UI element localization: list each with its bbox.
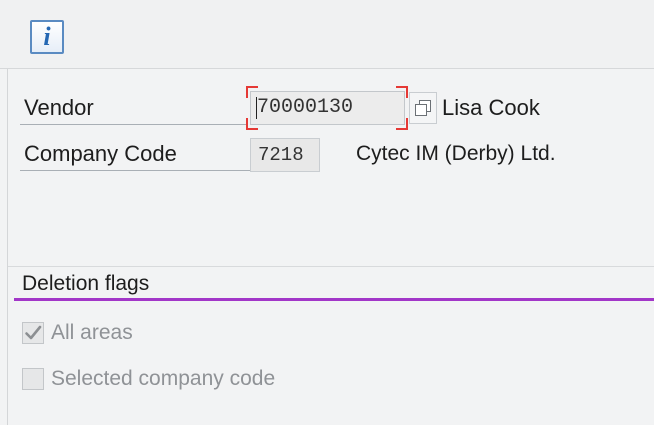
focus-corner <box>246 118 258 130</box>
text-cursor <box>256 97 257 119</box>
focus-corner <box>246 86 258 98</box>
vendor-input-wrapper[interactable]: 70000130 <box>246 86 408 130</box>
company-code-label: Company Code <box>20 137 250 171</box>
application-toolbar: i <box>0 0 654 69</box>
all-areas-checkbox[interactable] <box>22 322 44 344</box>
deletion-flags-title: Deletion flags <box>22 272 150 295</box>
info-icon: i <box>43 22 51 51</box>
all-areas-option[interactable]: All areas <box>22 318 133 348</box>
company-name-text: Cytec IM (Derby) Ltd. <box>356 142 556 165</box>
change-vendor-screen: i Vendor 70000130 Lisa Cook Company Code… <box>0 0 654 425</box>
group-divider <box>8 266 654 267</box>
selected-company-code-label: Selected company code <box>51 367 276 390</box>
selected-company-code-checkbox[interactable] <box>22 368 44 390</box>
company-code-field: 7218 <box>250 138 320 172</box>
value-help-button[interactable] <box>409 92 437 124</box>
focus-corner <box>396 86 408 98</box>
focus-corner <box>396 118 408 130</box>
checkmark-icon <box>25 325 42 340</box>
frame-border <box>7 69 8 425</box>
vendor-name-text: Lisa Cook <box>442 95 540 120</box>
selected-company-code-option[interactable]: Selected company code <box>22 364 275 394</box>
all-areas-label: All areas <box>51 321 133 344</box>
group-title-underline <box>14 298 654 301</box>
copy-icon <box>415 100 431 116</box>
vendor-input[interactable]: 70000130 <box>250 91 405 125</box>
info-button[interactable]: i <box>30 20 64 54</box>
vendor-label: Vendor <box>20 91 246 125</box>
